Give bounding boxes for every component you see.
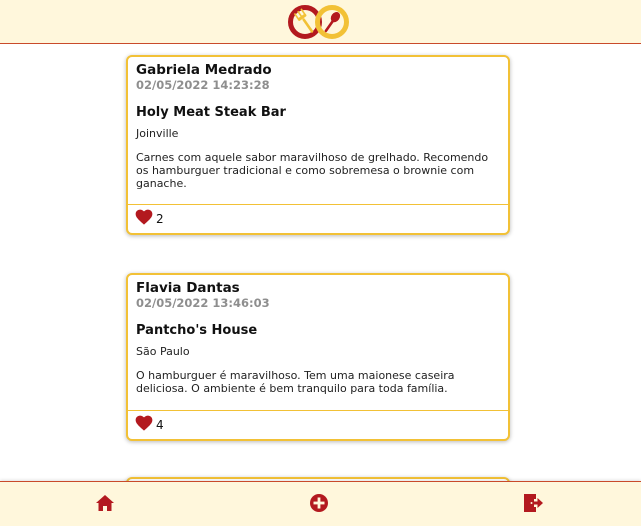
add-circle-icon[interactable] xyxy=(308,492,330,514)
post-author: Gabriela Medrado xyxy=(136,62,272,78)
fork-spoon-infinity-logo-icon[interactable] xyxy=(286,3,352,41)
heart-icon[interactable] xyxy=(135,415,153,435)
post-text: O hamburguer é maravilhoso. Tem uma maio… xyxy=(136,369,455,395)
top-header xyxy=(0,0,641,44)
like-button[interactable]: 2 xyxy=(135,209,164,229)
bottom-nav xyxy=(0,481,641,526)
post-card: Flavia Dantas 02/05/2022 13:46:03 Pantch… xyxy=(126,273,510,441)
post-city: São Paulo xyxy=(136,345,190,358)
post-card: Gabriela Medrado 02/05/2022 14:23:28 Hol… xyxy=(126,55,510,235)
app-window: Gabriela Medrado 02/05/2022 14:23:28 Hol… xyxy=(0,0,641,526)
logout-icon[interactable] xyxy=(522,492,544,514)
like-count: 2 xyxy=(156,212,164,226)
home-icon[interactable] xyxy=(94,492,116,514)
heart-icon[interactable] xyxy=(135,209,153,229)
post-city: Joinville xyxy=(136,127,179,140)
post-restaurant: Pantcho's House xyxy=(136,323,258,338)
post-footer: 2 xyxy=(128,204,508,233)
like-count: 4 xyxy=(156,418,164,432)
post-feed[interactable]: Gabriela Medrado 02/05/2022 14:23:28 Hol… xyxy=(0,44,641,481)
post-date: 02/05/2022 14:23:28 xyxy=(136,78,270,92)
post-date: 02/05/2022 13:46:03 xyxy=(136,296,270,310)
post-text: Carnes com aquele sabor maravilhoso de g… xyxy=(136,151,489,190)
like-button[interactable]: 4 xyxy=(135,415,164,435)
post-author: Flavia Dantas xyxy=(136,280,240,296)
post-restaurant: Holy Meat Steak Bar xyxy=(136,105,286,120)
post-footer: 4 xyxy=(128,410,508,439)
